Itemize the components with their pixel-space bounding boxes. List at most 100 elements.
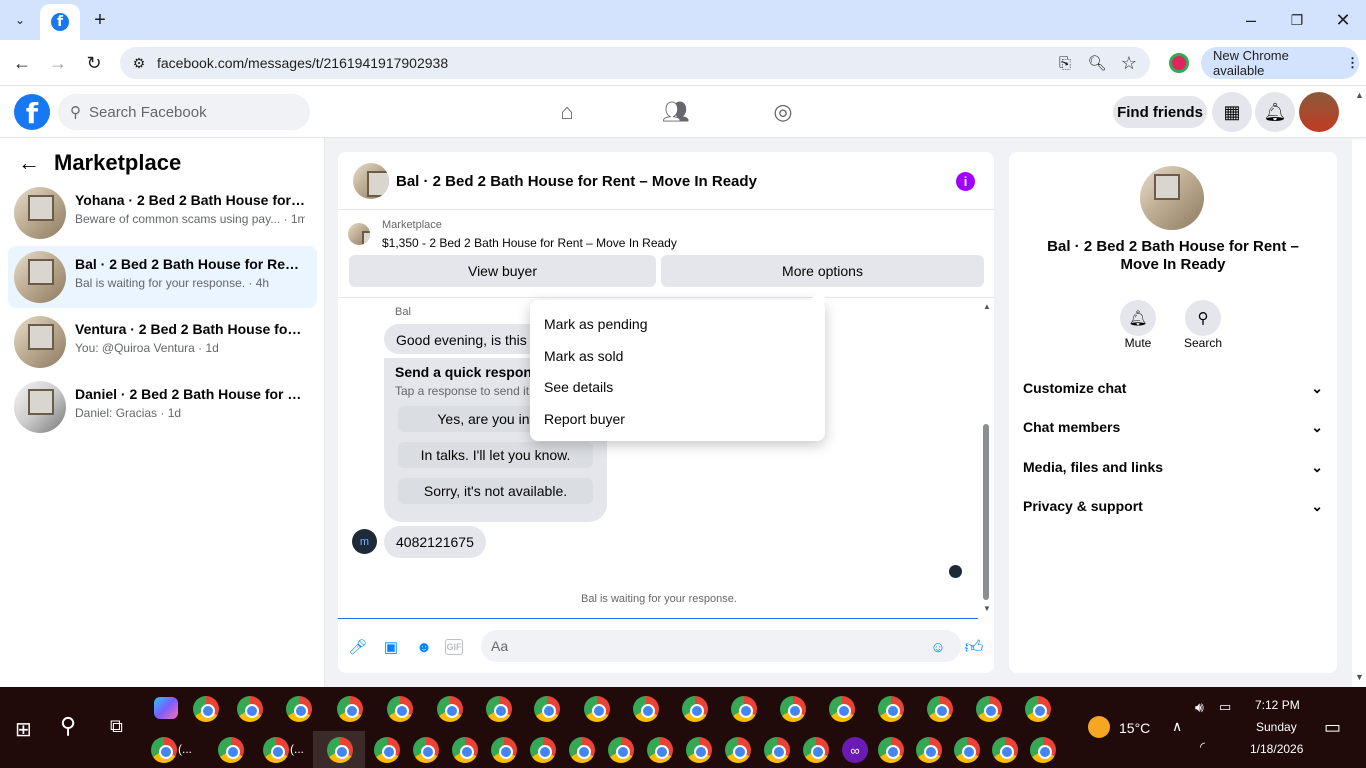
chrome-app-icon[interactable] [682, 696, 708, 722]
sender-avatar[interactable]: m [352, 529, 377, 554]
menu-item-mark-pending[interactable]: Mark as pending [544, 316, 648, 332]
page-scroll-down-icon[interactable]: ▼ [1355, 672, 1364, 682]
chrome-app-icon[interactable] [218, 737, 244, 763]
new-chrome-button[interactable]: New Chrome available ⋮ [1201, 47, 1359, 79]
battery-icon[interactable]: ▭ [1219, 699, 1231, 715]
facebook-logo-icon[interactable]: f [14, 94, 50, 130]
chrome-app-icon[interactable] [1025, 696, 1051, 722]
message-input[interactable]: Aa [481, 630, 961, 662]
info-icon[interactable]: i [956, 172, 975, 191]
bookmark-star-icon[interactable]: ☆ [1114, 48, 1144, 78]
chrome-app-icon[interactable] [647, 737, 673, 763]
minimize-icon[interactable]: – [1236, 5, 1266, 35]
menu-item-mark-sold[interactable]: Mark as sold [544, 348, 623, 364]
chevron-up-icon[interactable]: ∧ [1172, 718, 1182, 735]
chrome-app-icon[interactable] [193, 696, 219, 722]
home-icon[interactable]: ⌂ [547, 92, 587, 132]
chrome-app-icon[interactable] [954, 737, 980, 763]
view-buyer-button[interactable]: View buyer [349, 255, 656, 287]
chrome-app-icon[interactable] [878, 696, 904, 722]
menu-item-see-details[interactable]: See details [544, 379, 613, 395]
notifications-bell-icon[interactable]: 🔔︎ [1255, 92, 1295, 132]
reload-icon[interactable]: ↻ [79, 48, 109, 78]
chrome-app-icon[interactable] [151, 737, 177, 763]
zoom-icon[interactable]: 🔍︎ [1082, 48, 1112, 78]
search-input[interactable]: ⚲ Search Facebook [58, 94, 310, 130]
listing-title[interactable]: $1,350 - 2 Bed 2 Bath House for Rent – M… [382, 236, 677, 250]
conversation-item-active[interactable]: Bal · 2 Bed 2 Bath House for Rent ... Ba… [8, 246, 317, 308]
account-avatar[interactable] [1299, 92, 1339, 132]
new-tab-plus-icon[interactable]: + [85, 5, 115, 35]
chrome-app-icon[interactable] [608, 737, 634, 763]
quick-response-button[interactable]: Sorry, it's not available. [398, 478, 593, 504]
chrome-app-icon[interactable] [927, 696, 953, 722]
like-thumb-icon[interactable]: 👍︎ [964, 637, 984, 657]
section-media-files[interactable]: Media, files and links ⌄ [1023, 459, 1323, 476]
restore-icon[interactable]: ❐ [1282, 5, 1312, 35]
emoji-icon[interactable]: ☺ [928, 637, 948, 657]
weather-icon[interactable] [1088, 716, 1110, 738]
back-arrow-icon[interactable]: ← [7, 48, 37, 78]
friends-icon[interactable]: 👥︎ [656, 92, 696, 132]
volume-icon[interactable]: 🔊︎ [1195, 699, 1204, 716]
chrome-app-icon[interactable] [413, 737, 439, 763]
conversation-item[interactable]: Daniel · 2 Bed 2 Bath House for Re... Da… [8, 376, 317, 438]
chrome-app-icon[interactable] [686, 737, 712, 763]
section-customize-chat[interactable]: Customize chat ⌄ [1023, 380, 1323, 397]
incognito-icon[interactable]: ∞ [842, 737, 868, 763]
chrome-app-icon[interactable] [992, 737, 1018, 763]
chrome-app-icon[interactable] [976, 696, 1002, 722]
conversation-item[interactable]: Yohana · 2 Bed 2 Bath House for R... Bew… [8, 182, 317, 244]
chrome-app-icon[interactable] [803, 737, 829, 763]
chrome-app-icon[interactable] [1030, 737, 1056, 763]
clock-date[interactable]: 1/18/2026 [1250, 742, 1303, 756]
copilot-icon[interactable] [154, 697, 178, 719]
chrome-app-icon[interactable] [569, 737, 595, 763]
chrome-app-icon[interactable] [633, 696, 659, 722]
conversation-item[interactable]: Ventura · 2 Bed 2 Bath House for R... Yo… [8, 311, 317, 373]
taskbar-search-icon[interactable]: ⚲ [60, 713, 76, 739]
forward-arrow-icon[interactable]: → [43, 48, 73, 78]
chrome-app-icon[interactable] [780, 696, 806, 722]
temperature[interactable]: 15°C [1119, 720, 1150, 736]
chrome-app-icon[interactable] [725, 737, 751, 763]
chrome-app-icon[interactable] [437, 696, 463, 722]
search-icon[interactable]: ⚲ [1185, 300, 1221, 336]
microphone-icon[interactable]: 🎤︎ [348, 637, 368, 657]
chrome-app-icon[interactable] [327, 737, 353, 763]
chrome-app-icon[interactable] [731, 696, 757, 722]
back-arrow-icon[interactable]: ← [18, 150, 40, 176]
chrome-app-icon[interactable] [584, 696, 610, 722]
gif-icon[interactable]: GIF [445, 639, 463, 655]
chrome-app-icon[interactable] [764, 737, 790, 763]
chrome-app-icon[interactable] [916, 737, 942, 763]
chrome-app-icon[interactable] [237, 696, 263, 722]
mute-bell-icon[interactable]: 🔔︎ [1120, 300, 1156, 336]
chrome-app-icon[interactable] [534, 696, 560, 722]
sticker-icon[interactable]: ☻ [414, 637, 434, 657]
scroll-up-icon[interactable]: ▲ [983, 302, 991, 311]
scroll-down-icon[interactable]: ▼ [983, 604, 991, 613]
chrome-app-icon[interactable] [263, 737, 289, 763]
section-privacy-support[interactable]: Privacy & support ⌄ [1023, 498, 1323, 515]
wifi-icon[interactable]: ◜ [1200, 739, 1205, 755]
chrome-app-icon[interactable] [387, 696, 413, 722]
close-window-icon[interactable]: ✕ [1328, 5, 1358, 35]
groups-icon[interactable]: ◎ [763, 92, 803, 132]
chrome-app-icon[interactable] [530, 737, 556, 763]
section-chat-members[interactable]: Chat members ⌄ [1023, 419, 1323, 436]
site-info-icon[interactable]: ⚙ [124, 48, 154, 78]
tab-search-chevron-icon[interactable]: ⌄ [5, 5, 35, 35]
menu-item-report-buyer[interactable]: Report buyer [544, 411, 625, 427]
chat-title[interactable]: Bal · 2 Bed 2 Bath House for Rent – Move… [396, 173, 757, 190]
menu-grid-icon[interactable]: ▦ [1212, 92, 1252, 132]
clock-day[interactable]: Sunday [1256, 720, 1297, 734]
chat-avatar[interactable] [353, 163, 389, 199]
find-friends-button[interactable]: Find friends [1113, 96, 1207, 128]
chat-scrollbar[interactable]: ▲ ▼ [981, 302, 991, 616]
task-view-icon[interactable]: ⧉ [110, 716, 123, 737]
photo-icon[interactable]: ▣ [381, 637, 401, 657]
notification-center-icon[interactable]: ▭ [1324, 717, 1341, 738]
windows-start-icon[interactable]: ⊞ [15, 717, 32, 742]
omnibox[interactable]: ⚙ facebook.com/messages/t/21619419179029… [120, 47, 1150, 79]
